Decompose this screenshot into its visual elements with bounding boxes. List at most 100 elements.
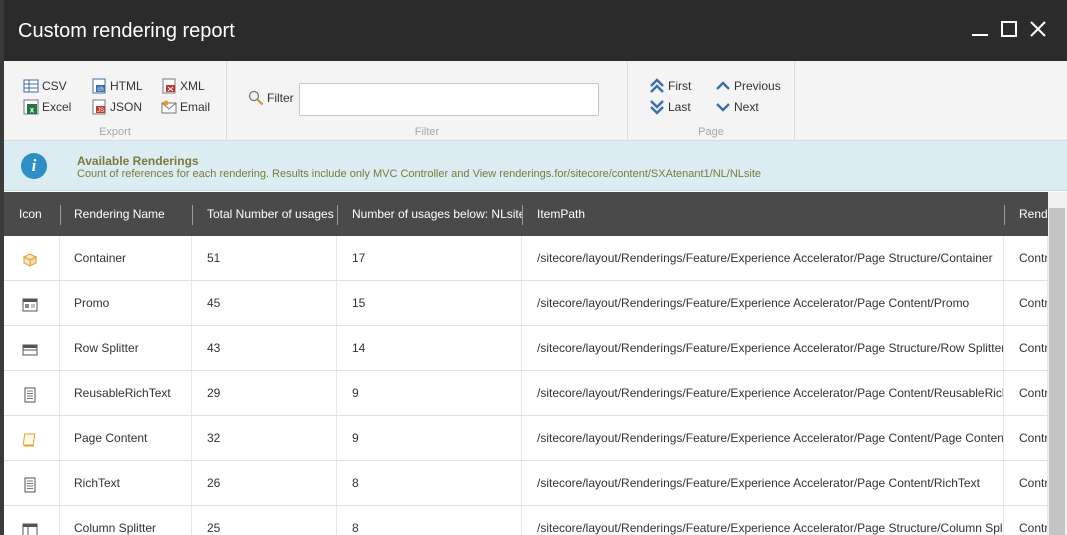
filter-button-label: Filter	[267, 91, 294, 105]
export-json-button[interactable]: JS JSON	[91, 98, 142, 116]
document-icon	[4, 461, 60, 505]
rendering-type-cell: Controller Rendering	[1004, 371, 1048, 415]
box-icon	[4, 236, 60, 280]
rendering-type-cell: Controller Rendering	[1004, 461, 1048, 505]
column-header-rendering-name[interactable]: Rendering Name	[59, 192, 192, 236]
item-path-cell: /sitecore/layout/Renderings/Feature/Expe…	[522, 416, 1004, 460]
rendering-type-cell: Controller Rendering	[1004, 416, 1048, 460]
email-icon	[161, 100, 177, 114]
rendering-type-cell: Controller Rendering	[1004, 506, 1048, 535]
filter-input[interactable]	[299, 83, 599, 116]
first-page-label: First	[668, 79, 692, 93]
page-group: First Last Previous Next Page	[628, 61, 795, 141]
rendering-type-cell: Controller Rendering	[1004, 281, 1048, 325]
export-xml-button[interactable]: XML	[161, 77, 205, 95]
close-button[interactable]	[1026, 17, 1050, 41]
double-chevron-down-icon	[650, 100, 664, 115]
export-csv-button[interactable]: CSV	[23, 77, 67, 95]
report-window: Custom rendering report CSV x Excel ch H…	[0, 0, 1067, 535]
filter-group-label: Filter	[414, 126, 440, 138]
info-title: Available Renderings	[77, 154, 199, 168]
item-path-cell: /sitecore/layout/Renderings/Feature/Expe…	[522, 326, 1004, 370]
row-splitter-icon	[4, 326, 60, 370]
column-header-item-path[interactable]: ItemPath	[522, 192, 1004, 236]
usages-below-cell: 8	[337, 461, 522, 505]
table-header: Icon Rendering Name Total Number of usag…	[4, 192, 1048, 236]
info-description: Count of references for each rendering. …	[77, 168, 761, 180]
table-row[interactable]: Promo 45 15/sitecore/layout/Renderings/Fea…	[4, 281, 1048, 326]
item-path-cell: /sitecore/layout/Renderings/Feature/Expe…	[522, 281, 1004, 325]
table-row[interactable]: Page Content 32 9/sitecore/layout/Renderin…	[4, 416, 1048, 461]
export-html-label: HTML	[110, 79, 143, 93]
vertical-scrollbar[interactable]	[1048, 192, 1067, 535]
renderings-table: Icon Rendering Name Total Number of usag…	[4, 192, 1048, 535]
rendering-type-cell: Controller Rendering	[1004, 326, 1048, 370]
export-excel-label: Excel	[42, 100, 72, 114]
json-icon: JS	[92, 99, 106, 115]
magnifier-icon	[248, 90, 264, 106]
table-row[interactable]: RichText 26 8/sitecore/layout/Renderings/F…	[4, 461, 1048, 506]
last-page-button[interactable]: Last	[649, 98, 691, 116]
title-bar: Custom rendering report	[4, 0, 1067, 61]
rendering-type-cell: Controller Rendering	[1004, 236, 1048, 280]
next-page-label: Next	[734, 100, 759, 114]
total-usages-cell: 51	[192, 236, 337, 280]
table-row[interactable]: Container 51 17/sitecore/layout/Renderings…	[4, 236, 1048, 281]
column-header-usages-below[interactable]: Number of usages below: NLsite	[337, 192, 522, 236]
info-banner: i Available Renderings Count of referenc…	[4, 141, 1067, 191]
window-title: Custom rendering report	[18, 20, 235, 42]
column-header-total-usages[interactable]: Total Number of usages	[192, 192, 337, 236]
export-group-label: Export	[99, 126, 131, 138]
table-row[interactable]: Row Splitter 43 14/sitecore/layout/Renderi…	[4, 326, 1048, 371]
promo-icon	[4, 281, 60, 325]
table-row[interactable]: ReusableRichText 29 9/sitecore/layout/Rend…	[4, 371, 1048, 416]
maximize-button[interactable]	[997, 17, 1021, 41]
usages-below-cell: 15	[337, 281, 522, 325]
total-usages-cell: 29	[192, 371, 337, 415]
last-page-label: Last	[668, 100, 691, 114]
rendering-name-cell: Container	[59, 236, 192, 280]
item-path-cell: /sitecore/layout/Renderings/Feature/Expe…	[522, 236, 1004, 280]
export-json-label: JSON	[110, 100, 143, 114]
column-header-icon[interactable]: Icon	[4, 192, 60, 236]
item-path-cell: /sitecore/layout/Renderings/Feature/Expe…	[522, 371, 1004, 415]
svg-text:ch: ch	[97, 87, 103, 93]
rendering-name-cell: ReusableRichText	[59, 371, 192, 415]
table-row[interactable]: Column Splitter 25 8/sitecore/layout/Rende…	[4, 506, 1048, 535]
page-group-label: Page	[698, 126, 724, 138]
close-icon	[1030, 21, 1046, 37]
minimize-button[interactable]	[968, 17, 992, 41]
export-email-button[interactable]: Email	[161, 98, 210, 116]
svg-text:x: x	[30, 106, 35, 115]
csv-icon	[23, 79, 39, 93]
column-header-rendering-type[interactable]: Rendering Type	[1004, 192, 1048, 236]
total-usages-cell: 43	[192, 326, 337, 370]
rendering-name-cell: RichText	[59, 461, 192, 505]
maximize-icon	[1001, 21, 1017, 37]
column-splitter-icon	[4, 506, 60, 535]
info-icon: i	[21, 153, 47, 179]
double-chevron-up-icon	[650, 78, 664, 93]
rendering-name-cell: Column Splitter	[59, 506, 192, 535]
rendering-name-cell: Row Splitter	[59, 326, 192, 370]
previous-page-button[interactable]: Previous	[715, 77, 781, 95]
next-page-button[interactable]: Next	[715, 98, 759, 116]
html-icon: ch	[92, 78, 106, 94]
ribbon-toolbar: CSV x Excel ch HTML JS JSON XML Email Ex…	[4, 61, 1067, 141]
first-page-button[interactable]: First	[649, 77, 691, 95]
total-usages-cell: 25	[192, 506, 337, 535]
item-path-cell: /sitecore/layout/Renderings/Feature/Expe…	[522, 461, 1004, 505]
total-usages-cell: 32	[192, 416, 337, 460]
item-path-cell: /sitecore/layout/Renderings/Feature/Expe…	[522, 506, 1004, 535]
usages-below-cell: 9	[337, 371, 522, 415]
total-usages-cell: 26	[192, 461, 337, 505]
xml-icon	[162, 78, 176, 94]
rendering-name-cell: Page Content	[59, 416, 192, 460]
svg-text:JS: JS	[97, 108, 104, 114]
scrollbar-thumb[interactable]	[1049, 208, 1065, 535]
export-xml-label: XML	[180, 79, 205, 93]
export-html-button[interactable]: ch HTML	[91, 77, 143, 95]
filter-button[interactable]: Filter	[248, 89, 294, 107]
usages-below-cell: 8	[337, 506, 522, 535]
export-excel-button[interactable]: x Excel	[23, 98, 71, 116]
